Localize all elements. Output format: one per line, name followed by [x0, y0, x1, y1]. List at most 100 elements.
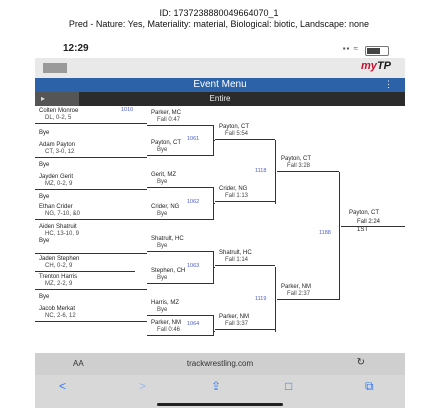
bout-number[interactable]: 1061 — [187, 136, 199, 142]
bracket-line — [215, 329, 275, 330]
match-result: CT, 3-0, 12 — [45, 149, 75, 155]
wrestler-name: Jacob Merkat — [39, 306, 76, 312]
signal-icon: ▪▪ ≈ — [342, 44, 359, 53]
match-result: Bye — [157, 275, 168, 281]
match-result: MZ, 2-2, 9 — [45, 281, 73, 287]
wrestler-name: Ethan Crider — [39, 204, 73, 210]
app-logo[interactable]: myTP — [361, 60, 391, 72]
match-result: NC, 2-6, 12 — [45, 313, 76, 319]
bracket-line — [135, 253, 147, 254]
reload-icon[interactable]: ↻ — [357, 357, 365, 368]
round1-entry[interactable]: Adam Payton CT, 3-0, 12 — [35, 142, 135, 157]
bracket-line — [213, 140, 215, 141]
bracket-line — [341, 226, 405, 227]
round1-entry[interactable]: Trenton Harris MZ, 2-2, 9 — [35, 274, 135, 289]
round2-entry[interactable]: Payton, CT Bye — [147, 140, 213, 155]
match-result: Fall 2:37 — [287, 291, 311, 297]
bracket-line — [275, 140, 276, 204]
round1-entry[interactable]: Jaden Stephen CH, 0-2, 9 — [35, 256, 135, 271]
bracket-line — [147, 155, 213, 156]
wrestler-name: Jayden Gerit — [39, 174, 74, 180]
bout-number[interactable]: 1064 — [187, 321, 199, 327]
bracket-line — [213, 267, 215, 268]
bracket-line — [135, 219, 147, 220]
event-menu-bar[interactable]: Event Menu ⋮ — [35, 78, 405, 92]
match-result: Fall 0:46 — [157, 327, 181, 333]
round1-entry[interactable]: Colten Monroe DL, 0-2, 5 — [35, 108, 135, 123]
round2-entry[interactable]: Shatrult, HC Bye — [147, 236, 213, 251]
round1-entry[interactable]: Aiden Shatruit HC, 13-10, 9 — [35, 224, 135, 239]
round3-entry[interactable]: Shatrult, HC Fall 1:14 — [215, 250, 275, 265]
match-result: Fall 1:13 — [225, 193, 249, 199]
bracket-line — [213, 315, 214, 336]
match-result: Bye — [157, 307, 168, 313]
round2-entry[interactable]: Harris, MZ Bye — [147, 300, 213, 315]
round1-entry[interactable]: Jayden Gerit MZ, 0-2, 9 — [35, 174, 135, 189]
menu-button[interactable] — [43, 63, 67, 73]
wrestler-name: Bye — [39, 130, 50, 136]
share-icon[interactable]: ⇪ — [211, 379, 221, 393]
round3-entry[interactable]: Parker, NM Fall 3:37 — [215, 314, 275, 329]
bout-number[interactable]: 1063 — [187, 263, 199, 269]
round2-entry[interactable]: Gerit, MZ Bye — [147, 172, 213, 187]
bracket-line — [275, 267, 276, 332]
wrestler-name: Gerit, MZ — [151, 172, 176, 178]
round2-entry[interactable]: Crider, NG Bye — [147, 204, 213, 219]
wrestler-name: Payton, CT — [281, 156, 312, 162]
wrestler-name: Aiden Shatruit — [39, 224, 77, 230]
wrestling-bracket: Colten Monroe DL, 0-2, 5 Bye Adam Payton CT,… — [35, 106, 405, 350]
round2-entry[interactable]: Parker, NM Fall 0:46 — [147, 320, 213, 335]
match-result: MZ, 0-2, 9 — [45, 181, 73, 187]
browser-toolbar: AA trackwrestling.com ↻ < > ⇪ □ ⧉ — [35, 353, 405, 408]
round4-entry[interactable]: Payton, CT Fall 3:28 — [277, 156, 339, 171]
bout-number[interactable]: 1062 — [187, 199, 199, 205]
battery-icon — [365, 46, 389, 56]
more-icon[interactable]: ⋮ — [384, 79, 393, 90]
round4-entry[interactable]: Parker, NM Fall 2:37 — [277, 284, 339, 299]
bracket-line — [147, 219, 213, 220]
wrestler-name: Bye — [39, 162, 50, 168]
bracket-line — [147, 315, 213, 316]
round1-entry[interactable]: Ethan Crider NG, 7-10, &0 — [35, 204, 135, 219]
round3-entry[interactable]: Payton, CT Fall 5:54 — [215, 124, 275, 139]
bracket-line — [135, 123, 147, 124]
champion-entry[interactable]: Payton, CT Fall 2:24 1ST — [341, 210, 405, 236]
round2-entry[interactable]: Parker, MC Fall 0:47 — [147, 110, 213, 125]
url-text[interactable]: trackwrestling.com — [35, 359, 405, 368]
bracket-line — [35, 271, 135, 272]
bracket-line — [339, 172, 340, 300]
wrestler-name: Trenton Harris — [39, 274, 78, 280]
tabs-icon[interactable]: ⧉ — [365, 379, 374, 394]
bout-number[interactable]: 1188 — [319, 230, 331, 236]
match-result: Bye — [157, 147, 168, 153]
bout-number[interactable]: 1010 — [121, 107, 133, 113]
bracket-line — [215, 201, 275, 202]
bracket-line — [277, 171, 339, 172]
caption-prediction: Pred - Nature: Yes, Materiality: materia… — [68, 19, 370, 29]
back-icon[interactable]: < — [59, 379, 66, 393]
bracket-line — [135, 289, 147, 290]
champion-result: Fall 2:24 — [357, 219, 381, 225]
bracket-line — [35, 289, 135, 290]
address-bar[interactable]: AA trackwrestling.com ↻ — [35, 353, 405, 375]
bracket-filter-title[interactable]: Entire — [35, 94, 405, 103]
logo-my-text: my — [361, 60, 377, 72]
bracket-line — [147, 125, 213, 126]
match-result: Fall 5:54 — [225, 131, 249, 137]
match-result: Bye — [157, 179, 168, 185]
bout-number[interactable]: 1119 — [255, 296, 266, 302]
wrestler-name: Bye — [39, 194, 50, 200]
round2-entry[interactable]: Stephen, CH Bye — [147, 268, 213, 283]
home-indicator — [157, 403, 283, 406]
forward-icon[interactable]: > — [139, 379, 146, 393]
bout-number[interactable]: 1118 — [255, 168, 266, 174]
bracket-line — [147, 187, 213, 188]
wrestler-name: Parker, NM — [219, 314, 250, 320]
bracket-line — [135, 189, 147, 190]
round3-entry[interactable]: Crider, NG Fall 1:13 — [215, 186, 275, 201]
round1-entry[interactable]: Jacob Merkat NC, 2-6, 12 — [35, 306, 135, 321]
bookmarks-icon[interactable]: □ — [285, 379, 292, 393]
wrestler-name: Stephen, CH — [151, 268, 186, 274]
match-result: HC, 13-10, 9 — [45, 231, 80, 237]
round1-entry[interactable]: Bye — [35, 238, 135, 253]
